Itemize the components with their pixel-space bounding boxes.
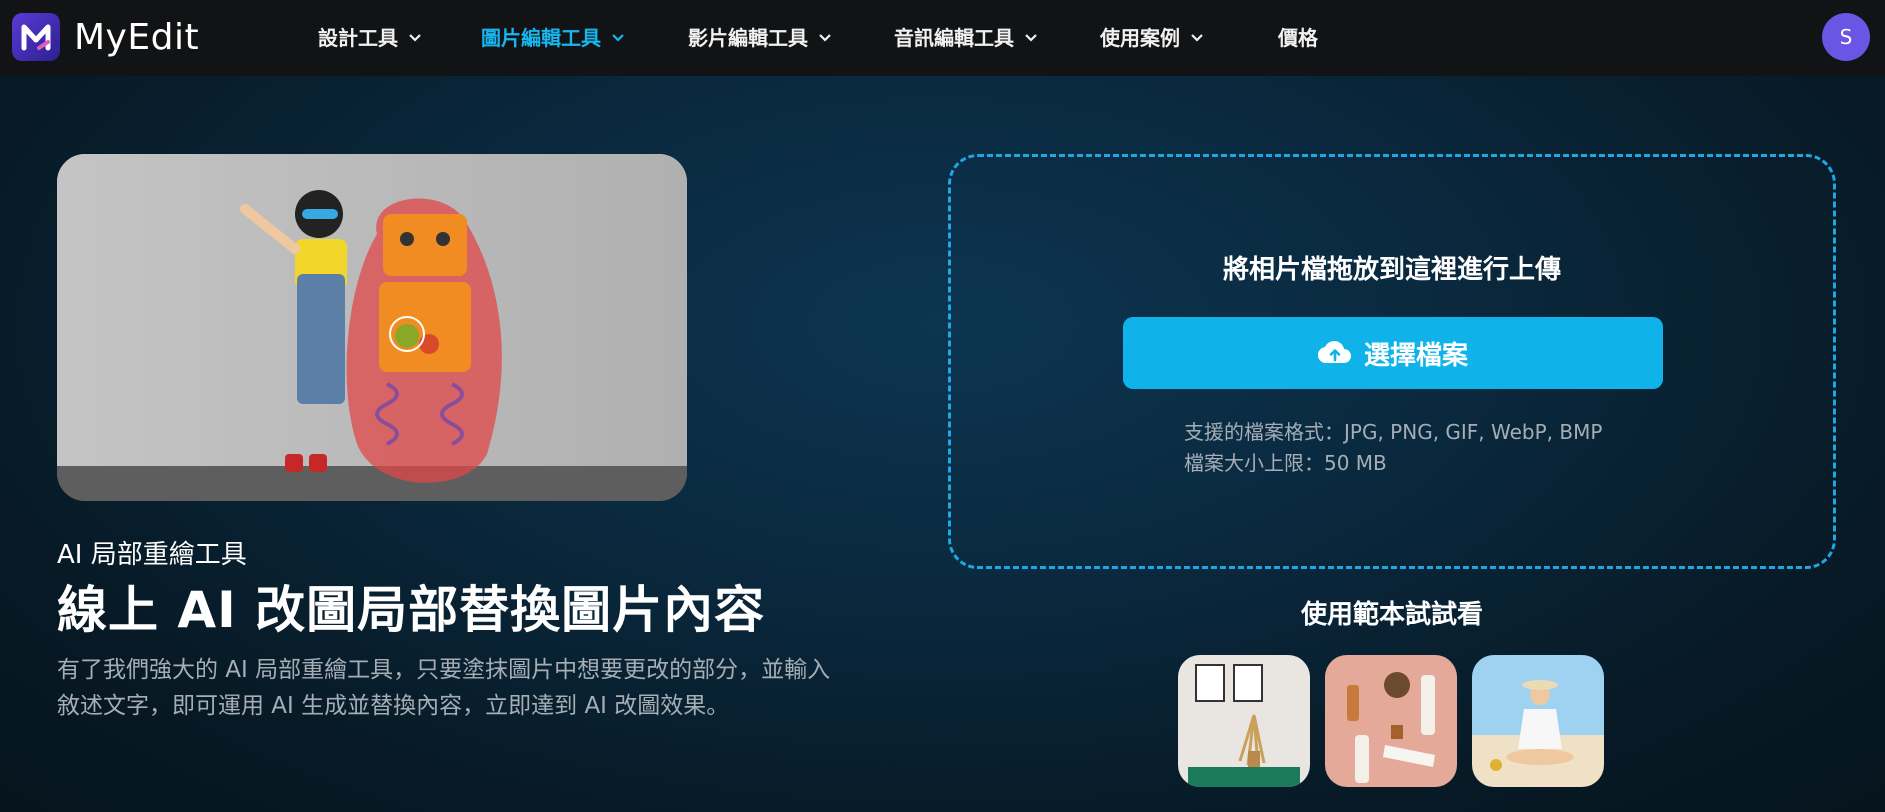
hero-description: 有了我們強大的 AI 局部重繪工具，只要塗抹圖片中想要更改的部分，並輸入敘述文字… xyxy=(57,657,831,719)
nav-design-tools[interactable]: 設計工具 xyxy=(318,22,422,51)
supported-formats-text: 支援的檔案格式：JPG, PNG, GIF, WebP, BMP xyxy=(1184,420,1603,444)
user-avatar[interactable]: S xyxy=(1822,13,1870,61)
nav-label: 音訊編輯工具 xyxy=(894,26,1014,50)
upload-dropzone[interactable]: 將相片檔拖放到這裡進行上傳 選擇檔案 支援的檔案格式：JPG, PNG, GIF… xyxy=(948,154,1836,569)
samples-title: 使用範本試試看 xyxy=(1300,600,1483,630)
top-navigation-bar: MyEdit 設計工具 圖片編輯工具 影片編輯工具 音訊編輯工具 使用案例 價格… xyxy=(0,0,1885,76)
file-size-limit-text: 檔案大小上限：50 MB xyxy=(1184,451,1387,475)
nav-label: 使用案例 xyxy=(1100,26,1180,50)
chevron-down-icon xyxy=(1025,33,1037,42)
chevron-down-icon xyxy=(612,33,624,42)
choose-file-label: 選擇檔案 xyxy=(1363,340,1468,371)
chevron-down-icon xyxy=(409,33,421,42)
nav-label: 價格 xyxy=(1278,26,1318,50)
nav-label: 設計工具 xyxy=(318,26,398,50)
hero-subtitle: AI 局部重繪工具 xyxy=(57,540,247,570)
nav-audio-tools[interactable]: 音訊編輯工具 xyxy=(894,22,1038,51)
nav-use-cases[interactable]: 使用案例 xyxy=(1100,22,1204,51)
nav-pricing[interactable]: 價格 xyxy=(1278,22,1318,51)
logo[interactable]: MyEdit xyxy=(12,13,199,61)
myedit-logo-icon xyxy=(12,13,60,61)
sample-thumbnail-beach[interactable] xyxy=(1472,655,1604,787)
upload-requirements: 支援的檔案格式：JPG, PNG, GIF, WebP, BMP 檔案大小上限：… xyxy=(1184,417,1602,479)
chevron-down-icon xyxy=(819,33,831,42)
nav-label: 圖片編輯工具 xyxy=(481,26,601,50)
sample-thumbnail-cosmetics[interactable] xyxy=(1325,655,1457,787)
nav-label: 影片編輯工具 xyxy=(688,26,808,50)
page-title: 線上 AI 改圖局部替換圖片內容 xyxy=(57,581,766,639)
chevron-down-icon xyxy=(1191,33,1203,42)
cloud-upload-icon xyxy=(1317,340,1351,364)
choose-file-button[interactable]: 選擇檔案 xyxy=(1123,317,1663,389)
nav-video-tools[interactable]: 影片編輯工具 xyxy=(688,22,832,51)
logo-text: MyEdit xyxy=(74,16,200,58)
hero-example-image xyxy=(57,154,687,501)
dropzone-heading: 將相片檔拖放到這裡進行上傳 xyxy=(1222,255,1561,285)
sample-thumbnail-interior[interactable] xyxy=(1178,655,1310,787)
nav-photo-tools[interactable]: 圖片編輯工具 xyxy=(481,22,625,51)
